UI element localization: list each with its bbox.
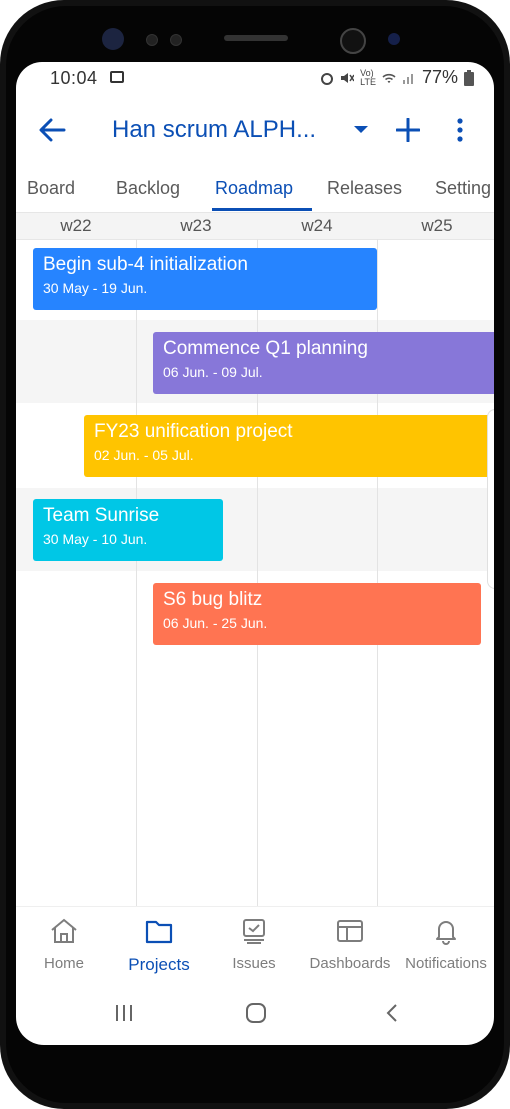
tab-bar: Board Backlog Roadmap Releases Setting bbox=[16, 170, 494, 212]
tab-backlog[interactable]: Backlog bbox=[116, 178, 180, 199]
dashboard-icon bbox=[337, 920, 363, 942]
folder-icon bbox=[145, 920, 173, 944]
project-title[interactable]: Han scrum ALPH... bbox=[112, 116, 316, 144]
issues-icon bbox=[243, 919, 265, 944]
nav-issues[interactable]: Issues bbox=[206, 917, 302, 972]
wifi-icon bbox=[382, 73, 396, 83]
nav-dashboards[interactable]: Dashboards bbox=[302, 917, 398, 972]
home-icon bbox=[51, 918, 77, 943]
nav-label: Projects bbox=[128, 955, 190, 974]
system-back-icon[interactable] bbox=[382, 1002, 404, 1024]
home-button-icon[interactable] bbox=[245, 1002, 267, 1024]
phone-frame: 10:04 Vo) LTE 77% Han scrum ALPH... Board… bbox=[0, 0, 510, 1109]
roadmap-timeline: Begin sub-4 initialization 30 May - 19 J… bbox=[16, 239, 494, 906]
tab-board[interactable]: Board bbox=[27, 178, 75, 199]
week-label: w25 bbox=[421, 216, 453, 235]
battery-icon bbox=[464, 69, 474, 86]
roadmap-epic-bar[interactable]: Team Sunrise 30 May - 10 Jun. bbox=[33, 499, 223, 561]
epic-dates: 30 May - 10 Jun. bbox=[43, 531, 148, 547]
epic-name: Team Sunrise bbox=[43, 505, 160, 526]
active-tab-indicator bbox=[212, 208, 312, 211]
tab-releases[interactable]: Releases bbox=[327, 178, 402, 199]
week-header: w22 w23 w24 w25 bbox=[16, 212, 494, 240]
status-bar: 10:04 Vo) LTE 77% bbox=[16, 62, 494, 96]
roadmap-epic-bar[interactable]: S6 bug blitz 06 Jun. - 25 Jun. bbox=[153, 583, 481, 645]
status-time: 10:04 bbox=[50, 68, 98, 88]
week-label: w23 bbox=[180, 216, 212, 235]
epic-dates: 06 Jun. - 25 Jun. bbox=[163, 615, 268, 631]
week-label: w22 bbox=[60, 216, 92, 235]
mute-icon bbox=[341, 72, 355, 83]
earpiece bbox=[224, 35, 288, 41]
nav-label: Home bbox=[43, 955, 84, 972]
epic-name: Commence Q1 planning bbox=[163, 338, 368, 359]
epic-name: Begin sub-4 initialization bbox=[43, 254, 248, 275]
nav-notifications[interactable]: Notifications bbox=[398, 917, 494, 972]
epic-dates: 02 Jun. - 05 Jul. bbox=[94, 447, 194, 463]
recent-apps-icon[interactable] bbox=[113, 1002, 135, 1024]
sensor-dot bbox=[170, 34, 182, 46]
epic-name: FY23 unification project bbox=[94, 421, 293, 442]
epic-dates: 06 Jun. - 09 Jul. bbox=[163, 364, 263, 380]
roadmap-epic-bar[interactable]: Commence Q1 planning 06 Jun. - 09 Jul. bbox=[153, 332, 494, 394]
tab-roadmap[interactable]: Roadmap bbox=[215, 178, 293, 199]
back-arrow-icon[interactable] bbox=[38, 116, 66, 144]
alarm-icon bbox=[321, 72, 334, 85]
week-divider bbox=[136, 239, 137, 906]
week-label: w24 bbox=[301, 216, 333, 235]
battery-percent: 77% bbox=[421, 67, 458, 87]
image-notification-icon bbox=[110, 71, 124, 83]
signal-icon bbox=[402, 73, 413, 84]
system-navigation bbox=[16, 986, 494, 1045]
volte-icon: Vo) LTE bbox=[360, 67, 376, 87]
app-bar: Han scrum ALPH... bbox=[16, 102, 494, 158]
more-options-icon[interactable] bbox=[456, 118, 464, 142]
front-camera bbox=[102, 28, 124, 50]
epic-name: S6 bug blitz bbox=[163, 589, 263, 610]
screen: 10:04 Vo) LTE 77% Han scrum ALPH... Board… bbox=[16, 62, 494, 1045]
roadmap-epic-bar[interactable]: Begin sub-4 initialization 30 May - 19 J… bbox=[33, 248, 377, 310]
sensor-dot bbox=[146, 34, 158, 46]
proximity-sensor bbox=[388, 33, 400, 45]
add-icon[interactable] bbox=[396, 118, 420, 142]
iris-scanner bbox=[340, 28, 366, 54]
roadmap-epic-bar[interactable]: FY23 unification project 02 Jun. - 05 Ju… bbox=[84, 415, 494, 477]
nav-label: Issues bbox=[232, 955, 276, 972]
scroll-handle[interactable] bbox=[487, 409, 494, 589]
nav-home[interactable]: Home bbox=[16, 917, 112, 972]
nav-label: Notifications bbox=[405, 955, 487, 972]
tab-settings[interactable]: Setting bbox=[435, 178, 491, 199]
nav-projects[interactable]: Projects bbox=[111, 917, 207, 975]
bottom-navigation: Home Projects Issues Dashboards Notifica… bbox=[16, 906, 494, 987]
bell-icon bbox=[436, 921, 456, 945]
status-icons: Vo) LTE 77% bbox=[320, 67, 474, 88]
chevron-down-icon[interactable] bbox=[354, 126, 368, 133]
nav-label: Dashboards bbox=[309, 955, 391, 972]
epic-dates: 30 May - 19 Jun. bbox=[43, 280, 148, 296]
